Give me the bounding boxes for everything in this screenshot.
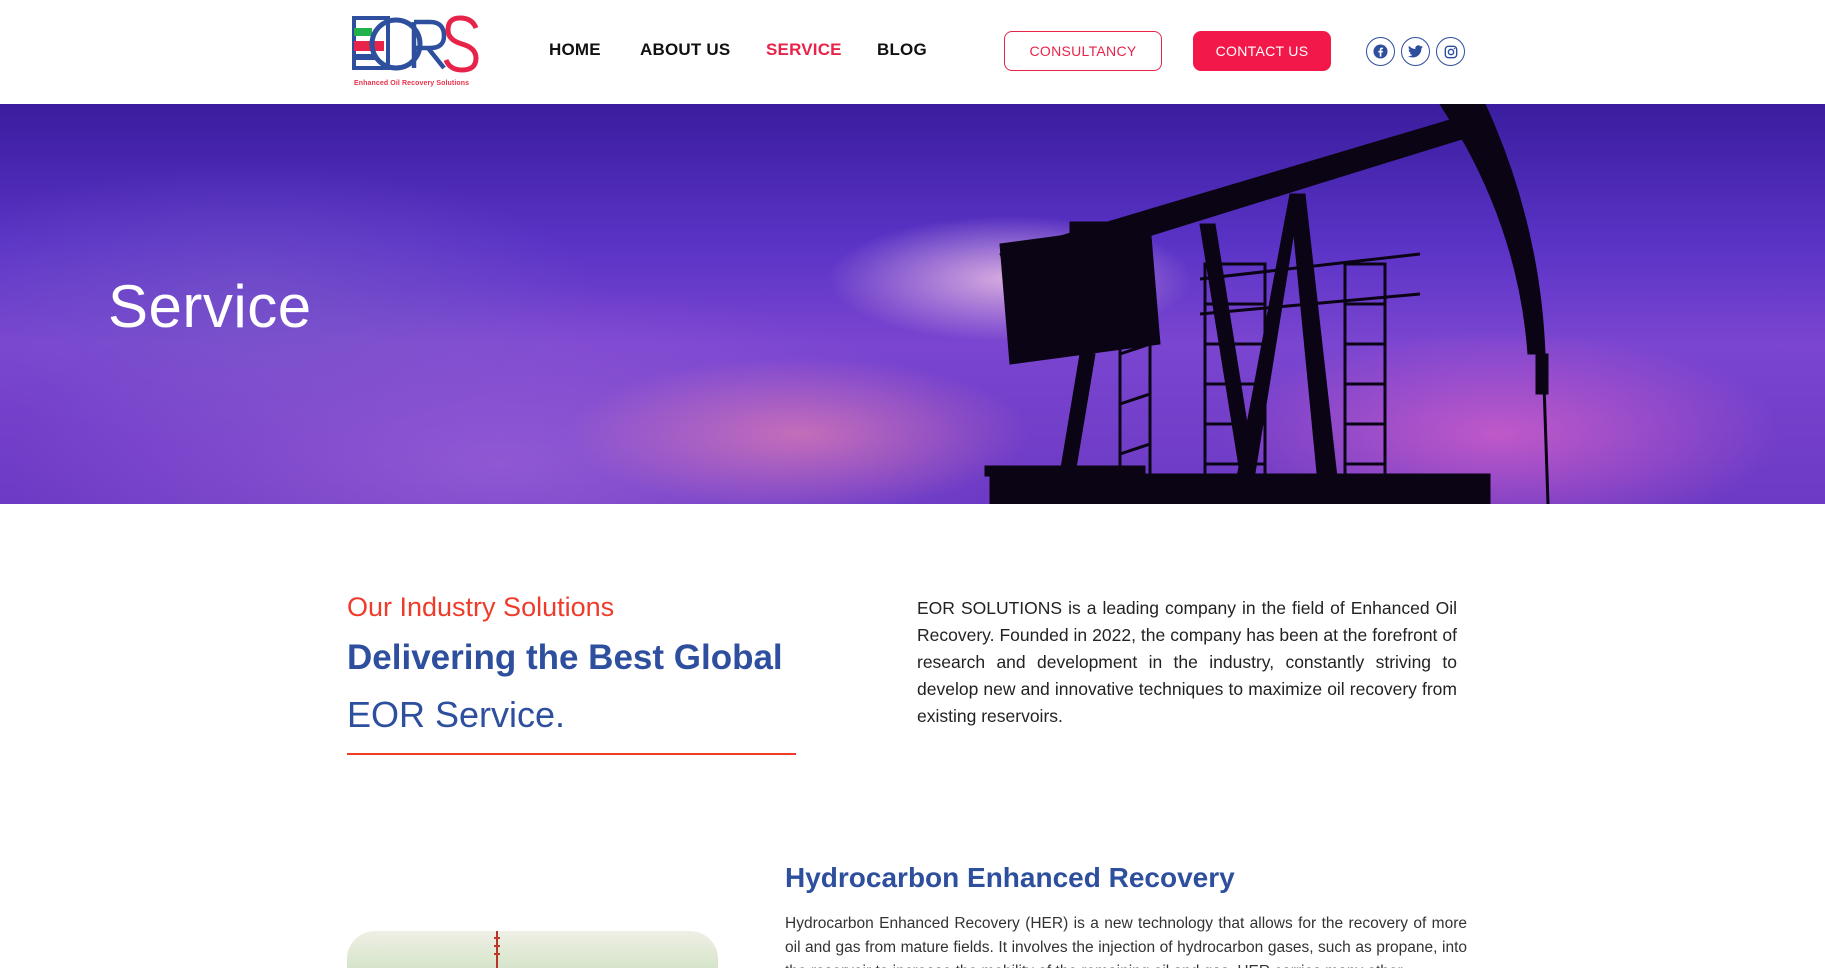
intro-paragraph: EOR SOLUTIONS is a leading company in th… (917, 598, 1457, 726)
site-header: Enhanced Oil Recovery Solutions HOME ABO… (0, 0, 1825, 104)
service-image (347, 931, 718, 968)
hero-banner: Service (0, 104, 1825, 504)
contact-us-button[interactable]: CONTACT US (1193, 31, 1331, 71)
consultancy-button[interactable]: CONSULTANCY (1004, 31, 1162, 71)
service-title-bold: Hydrocarbon Enhanced (785, 862, 1101, 893)
section-kicker: Our Industry Solutions (347, 592, 615, 622)
drilling-rig-image (494, 931, 500, 968)
service-paragraph: Hydrocarbon Enhanced Recovery (HER) is a… (785, 915, 1467, 968)
facebook-icon[interactable] (1366, 37, 1395, 66)
service-title-light: Recovery (1108, 862, 1235, 893)
section-heading: Delivering the Best Global (347, 638, 783, 677)
section-divider (347, 753, 796, 755)
page-title: Service (108, 273, 312, 340)
twitter-icon[interactable] (1401, 37, 1430, 66)
logo-tagline: Enhanced Oil Recovery Solutions (354, 80, 470, 87)
nav-home[interactable]: HOME (549, 40, 601, 60)
nav-blog[interactable]: BLOG (877, 40, 927, 60)
nav-service[interactable]: SERVICE (766, 40, 842, 60)
section-heading-light: EOR Service. (347, 694, 566, 735)
instagram-icon[interactable] (1436, 37, 1465, 66)
nav-about-us[interactable]: ABOUT US (640, 40, 730, 60)
service-title: Hydrocarbon Enhanced Recovery (785, 862, 1235, 894)
